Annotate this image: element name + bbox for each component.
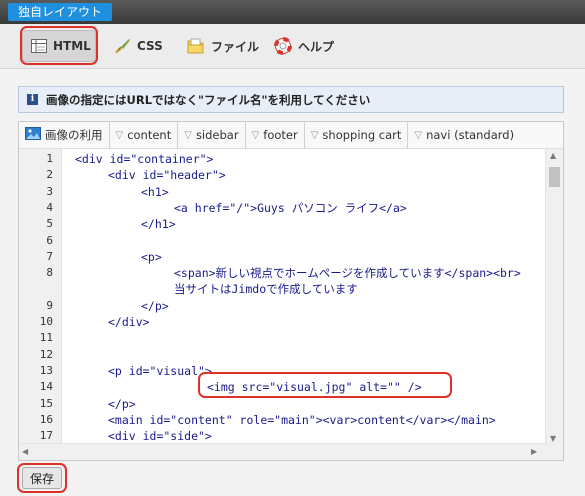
line-number: 12	[39, 347, 53, 361]
line-number: 8	[46, 266, 53, 280]
top-bar: 独自レイアウト	[0, 0, 585, 24]
line-number: 6	[46, 233, 53, 247]
brush-icon	[113, 37, 131, 55]
code-text: <div id="container">	[75, 152, 214, 166]
chevron-down-icon: ▽	[115, 129, 124, 141]
tab-footer[interactable]: ▽ footer	[246, 122, 305, 148]
chevron-down-icon: ▽	[414, 129, 423, 141]
snippet-tabs: 画像の利用 ▽ content ▽ sidebar ▽ footer ▽ shoppin…	[19, 122, 563, 149]
code-line: 9 </p>	[19, 298, 547, 314]
html-button[interactable]: HTML	[22, 30, 96, 62]
scroll-left-icon[interactable]: ◀	[22, 447, 28, 456]
tab-label: footer	[263, 128, 298, 142]
code-area[interactable]: 1 <div id="container"> 2 <div id="header"> 3…	[19, 149, 547, 445]
tab-label: content	[127, 128, 172, 142]
code-line: 12	[19, 347, 547, 363]
folder-icon	[187, 37, 205, 55]
code-text: <h1>	[141, 184, 169, 199]
code-text: 当サイトはJimdoで作成しています	[174, 282, 358, 297]
scroll-up-icon[interactable]: ▲	[550, 151, 556, 160]
scrollbar-corner	[546, 444, 563, 460]
tab-content[interactable]: ▽ content	[110, 122, 179, 148]
line-number: 5	[46, 217, 53, 231]
code-line: 2 <div id="header">	[19, 167, 547, 183]
scroll-down-icon[interactable]: ▼	[550, 434, 556, 443]
tab-navi-standard[interactable]: ▽ navi (standard)	[408, 122, 520, 148]
code-editor: 画像の利用 ▽ content ▽ sidebar ▽ footer ▽ shoppin…	[18, 121, 564, 461]
code-line: 4 <a href="/">Guys パソコン ライフ</a>	[19, 200, 547, 216]
html-label: HTML	[53, 39, 91, 53]
code-line: 当サイトはJimdoで作成しています	[19, 281, 547, 297]
tab-label: shopping cart	[322, 128, 402, 142]
notice-text: 画像の指定にはURLではなく"ファイル名"を利用してください	[46, 92, 371, 107]
line-number: 7	[46, 249, 53, 263]
line-number: 1	[46, 152, 53, 165]
code-text: <main id="content" role="main"><var>cont…	[108, 412, 496, 427]
code-text: </h1>	[141, 217, 176, 232]
code-line: 5 </h1>	[19, 216, 547, 232]
vertical-scrollbar[interactable]: ▲ ▼	[545, 149, 563, 445]
line-number: 16	[39, 412, 53, 426]
help-label: ヘルプ	[298, 39, 335, 54]
info-icon: i	[27, 94, 38, 105]
code-text: <p id="visual">	[108, 363, 212, 378]
lifebuoy-icon	[274, 37, 292, 55]
code-line: 7 <p>	[19, 249, 547, 265]
chevron-down-icon: ▽	[184, 129, 192, 141]
tab-shopping-cart[interactable]: ▽ shopping cart	[305, 122, 409, 148]
chevron-down-icon: ▽	[310, 129, 319, 141]
code-line: 14 <img src="visual.jpg" alt="" />	[19, 379, 547, 395]
line-number: 3	[46, 184, 53, 198]
code-line: 15 </p>	[19, 396, 547, 412]
code-line: 6	[19, 233, 547, 249]
line-number: 14	[39, 380, 53, 394]
scroll-right-icon[interactable]: ▶	[531, 447, 537, 456]
tab-sidebar[interactable]: ▽ sidebar	[178, 122, 246, 148]
tab-label: 画像の利用	[45, 128, 103, 142]
code-line: 3 <h1>	[19, 184, 547, 200]
css-button[interactable]: CSS	[113, 30, 163, 62]
code-text: <span>新しい視点でホームページを作成しています</span><br>	[174, 266, 521, 281]
tab-label: sidebar	[195, 128, 239, 142]
code-line: 17 <div id="side">	[19, 428, 547, 444]
code-line: 10 </div>	[19, 314, 547, 330]
css-label: CSS	[137, 39, 163, 53]
brand-tab[interactable]: 独自レイアウト	[8, 3, 113, 21]
code-text: </div>	[108, 315, 150, 329]
code-text: <img src="visual.jpg" alt="" />	[207, 380, 422, 395]
code-text: <div id="side">	[108, 429, 212, 444]
code-text: <p>	[141, 249, 162, 264]
tab-image-usage[interactable]: 画像の利用	[19, 122, 110, 148]
code-line: 16 <main id="content" role="main"><var>co…	[19, 412, 547, 428]
code-line: 11	[19, 330, 547, 346]
tab-label: navi (standard)	[426, 128, 515, 142]
code-line: 13 <p id="visual">	[19, 363, 547, 379]
code-text: <a href="/">Guys パソコン ライフ</a>	[174, 200, 407, 215]
notice-bar: i 画像の指定にはURLではなく"ファイル名"を利用してください	[18, 86, 564, 113]
line-number: 11	[39, 331, 53, 345]
code-text: <div id="header">	[108, 168, 226, 183]
toolbar: HTML CSS ファイル ヘルプ	[0, 24, 585, 69]
line-number: 4	[46, 200, 53, 214]
scrollbar-thumb[interactable]	[549, 167, 560, 187]
save-button[interactable]: 保存	[22, 467, 62, 489]
html-layout-icon	[31, 37, 47, 55]
image-icon	[25, 127, 41, 143]
code-text: </p>	[108, 396, 136, 411]
line-number: 9	[46, 298, 53, 312]
file-label: ファイル	[211, 39, 260, 54]
file-button[interactable]: ファイル	[187, 30, 259, 62]
line-number: 2	[46, 168, 53, 182]
line-number: 10	[39, 315, 53, 328]
line-number: 13	[39, 363, 53, 377]
line-number: 17	[39, 429, 53, 443]
chevron-down-icon: ▽	[251, 129, 260, 141]
code-text: </p>	[141, 298, 169, 313]
horizontal-scrollbar[interactable]: ◀ ▶	[19, 443, 547, 460]
code-line: 1 <div id="container">	[19, 151, 547, 167]
code-line: 8 <span>新しい視点でホームページを作成しています</span><br>	[19, 265, 547, 281]
line-number: 15	[39, 396, 53, 410]
help-button[interactable]: ヘルプ	[274, 30, 334, 62]
